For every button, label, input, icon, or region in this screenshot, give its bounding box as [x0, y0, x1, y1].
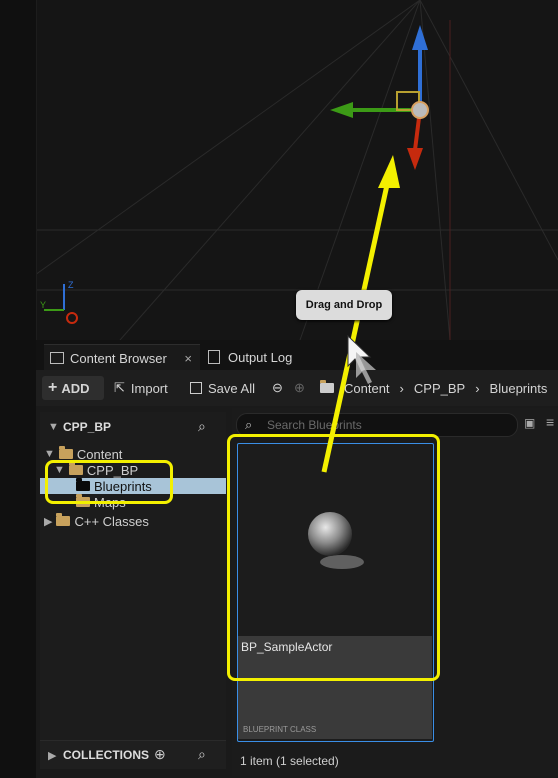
axis-indicator: Z Y: [40, 280, 78, 324]
breadcrumb-item-blueprints[interactable]: Blueprints: [490, 381, 548, 396]
drag-tooltip: Drag and Drop: [296, 290, 392, 320]
save-all-button[interactable]: Save All: [190, 376, 255, 400]
history-forward-button[interactable]: ⊕: [294, 376, 305, 400]
settings-icon[interactable]: ≡: [546, 414, 554, 430]
history-back-button[interactable]: ⊖: [272, 376, 283, 400]
highlight-box-folders: [45, 460, 173, 504]
breadcrumb-separator: ›: [475, 380, 480, 396]
save-all-button-label: Save All: [208, 380, 255, 396]
asset-type: BLUEPRINT CLASS: [243, 725, 317, 734]
tab-bar: Content Browser × Output Log: [36, 340, 558, 371]
back-arrow-icon: ⊖: [272, 380, 283, 395]
tab-close-icon[interactable]: ×: [184, 351, 192, 366]
collections-label: COLLECTIONS: [63, 748, 149, 762]
gizmo-y-arrow: [330, 102, 353, 118]
tree-item-cpp-classes[interactable]: ▶ C++ Classes: [44, 513, 149, 529]
gizmo-z-arrow: [412, 25, 428, 50]
highlight-box-asset: [227, 434, 440, 681]
cursor-icon: [347, 334, 376, 384]
import-button-label: Import: [130, 380, 168, 396]
import-icon: ⇱: [114, 380, 125, 395]
tab-output-log[interactable]: Output Log: [204, 344, 318, 370]
add-button-label: ADD: [61, 380, 90, 396]
add-button[interactable]: + ADD: [42, 376, 104, 400]
search-placeholder: Search Blueprints: [267, 418, 362, 432]
tree-item-label: C++ Classes: [74, 513, 149, 529]
axis-y-label: Y: [40, 300, 46, 310]
breadcrumb-item-cpp-bp[interactable]: CPP_BP: [414, 381, 465, 396]
breadcrumb-separator: ›: [399, 380, 404, 396]
sources-header-label: CPP_BP: [63, 420, 112, 434]
sources-header[interactable]: ▼ CPP_BP ⌕: [40, 412, 226, 442]
add-collection-icon[interactable]: ⊕: [154, 746, 166, 763]
save-search-icon[interactable]: ▣: [524, 416, 535, 430]
breadcrumb-folder-icon: [320, 380, 334, 393]
content-browser-icon: [50, 352, 64, 364]
import-button[interactable]: ⇱ Import: [114, 376, 168, 400]
tab-output-log-label: Output Log: [228, 349, 293, 365]
chevron-right-icon[interactable]: ▶: [48, 749, 56, 762]
transform-gizmo[interactable]: [325, 20, 445, 180]
tab-content-browser-label: Content Browser: [70, 350, 167, 366]
search-icon[interactable]: ⌕: [198, 746, 206, 763]
output-log-icon: [208, 350, 220, 364]
plus-icon: +: [48, 379, 58, 396]
chevron-down-icon: ▼: [44, 448, 55, 460]
tab-content-browser[interactable]: Content Browser ×: [44, 344, 200, 371]
folder-icon: [58, 446, 73, 459]
search-icon: ⌕: [245, 417, 253, 432]
gizmo-x-arrow: [407, 148, 423, 170]
level-viewport[interactable]: Z Y: [0, 0, 558, 340]
search-icon[interactable]: ⌕: [198, 418, 206, 435]
folder-icon: [56, 513, 71, 526]
status-text: 1 item (1 selected): [240, 754, 339, 768]
save-icon: [190, 382, 202, 394]
gizmo-center: [411, 101, 429, 119]
left-dock-strip: [0, 0, 37, 778]
collections-section[interactable]: ▶ COLLECTIONS ⊕ ⌕: [40, 740, 226, 769]
content-browser-toolbar: + ADD ⇱ Import Save All ⊖ ⊕ Content › CP…: [36, 370, 558, 406]
forward-arrow-icon: ⊕: [294, 380, 305, 395]
tooltip-text: Drag and Drop: [305, 299, 383, 311]
status-bar: 1 item (1 selected): [232, 748, 558, 776]
chevron-down-icon[interactable]: ▼: [48, 421, 59, 433]
axis-z-label: Z: [68, 280, 74, 290]
chevron-right-icon: ▶: [44, 515, 53, 528]
